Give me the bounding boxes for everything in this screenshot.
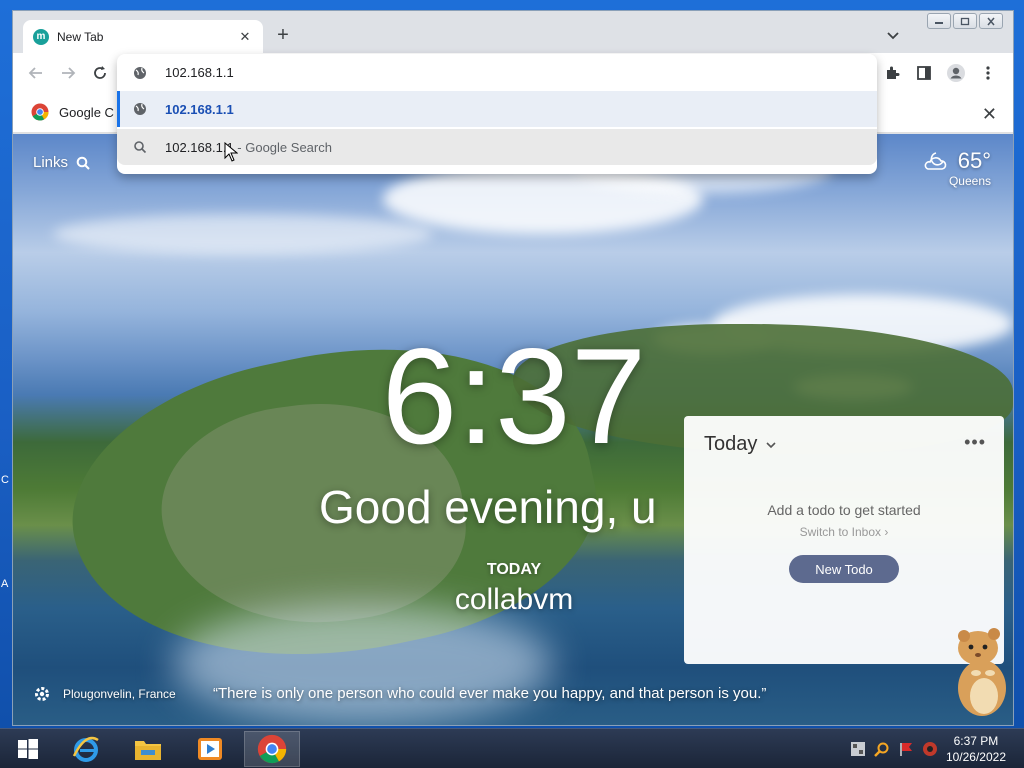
extensions-puzzle-icon[interactable] <box>881 62 903 84</box>
close-window-button[interactable] <box>979 13 1003 29</box>
taskbar-time: 6:37 PM <box>953 734 999 748</box>
taskbar-chrome[interactable] <box>244 731 300 767</box>
suggestion-text: 102.168.1.1 <box>165 101 234 117</box>
minimize-button[interactable] <box>927 13 951 29</box>
taskbar: 6:37 PM 10/26/2022 <box>0 728 1024 768</box>
search-magnifier-icon[interactable] <box>874 741 890 757</box>
omnibox-suggestion-url[interactable]: 102.168.1.1 <box>117 91 877 127</box>
switch-to-inbox-link[interactable]: Switch to Inbox › <box>684 525 1004 539</box>
search-icon[interactable] <box>76 156 90 170</box>
menu-kebab-icon[interactable] <box>977 62 999 84</box>
weather-widget[interactable]: 65° Queens <box>922 148 991 188</box>
network-icon[interactable] <box>850 741 866 757</box>
settings-gear-icon[interactable] <box>33 685 51 703</box>
mouse-cursor-icon <box>224 142 238 162</box>
restore-button[interactable] <box>953 13 977 29</box>
internet-explorer-icon <box>72 736 99 762</box>
bookmark-label: Google C <box>59 104 114 120</box>
chrome-logo-icon <box>257 734 287 764</box>
address-input[interactable]: 102.168.1.1 <box>165 65 234 80</box>
new-tab-button[interactable]: + <box>271 23 295 47</box>
new-todo-button[interactable]: New Todo <box>789 555 899 583</box>
speaker-muted-icon[interactable] <box>922 741 938 757</box>
bookmark-google-chrome[interactable]: Google C <box>31 103 114 121</box>
links-label: Links <box>33 154 69 171</box>
taskbar-file-explorer[interactable] <box>120 731 176 767</box>
desktop-edge-label-c: C <box>1 474 9 486</box>
tab-new-tab[interactable]: m New Tab ✕ <box>23 20 263 53</box>
profile-avatar-icon[interactable] <box>945 62 967 84</box>
cloudy-night-icon <box>924 152 947 170</box>
side-panel-icon[interactable] <box>913 62 935 84</box>
todo-list-selector[interactable]: Today <box>704 433 777 456</box>
weather-location: Queens <box>948 174 991 188</box>
taskbar-clock[interactable]: 6:37 PM 10/26/2022 <box>946 733 1006 765</box>
taskbar-date: 10/26/2022 <box>945 750 1006 764</box>
window-controls <box>927 13 1003 29</box>
quote: “There is only one person who could ever… <box>213 685 767 702</box>
bookmarks-bar-close-icon[interactable]: ✕ <box>982 104 997 125</box>
address-bar[interactable]: 102.168.1.1 <box>117 54 877 91</box>
media-player-icon <box>198 738 222 760</box>
globe-icon <box>134 103 146 115</box>
todo-list-name: Today <box>704 433 758 455</box>
tab-search-chevron-icon[interactable] <box>883 25 903 45</box>
tab-title: New Tab <box>57 29 104 44</box>
suggestion-hint: - Google Search <box>233 139 332 155</box>
forward-button[interactable] <box>57 62 79 84</box>
globe-icon <box>134 66 146 79</box>
momentum-favicon-icon: m <box>33 28 49 45</box>
weather-temperature: 65° <box>957 148 991 173</box>
chrome-logo-icon <box>31 103 49 121</box>
folder-icon <box>135 741 161 760</box>
todo-more-icon[interactable]: ••• <box>964 432 986 453</box>
links-button[interactable]: Links <box>33 154 90 171</box>
todo-empty-message: Add a todo to get started <box>767 502 921 518</box>
chevron-down-icon <box>766 441 776 448</box>
search-icon <box>134 141 147 154</box>
hamster-desktop-pet-icon[interactable] <box>948 618 1010 718</box>
taskbar-internet-explorer[interactable] <box>58 731 114 767</box>
reload-button[interactable] <box>89 62 111 84</box>
tab-strip: m New Tab ✕ + <box>13 11 1013 53</box>
desktop-edge-label-a: A <box>1 578 9 590</box>
flag-icon[interactable] <box>898 741 914 757</box>
tab-close-icon[interactable]: ✕ <box>237 29 253 45</box>
photo-location[interactable]: Plougonvelin, France <box>63 687 176 701</box>
taskbar-media-player[interactable] <box>182 731 238 767</box>
momentum-new-tab-page: Links 65° Queens 6:37 Good evening, u TO… <box>13 134 1013 725</box>
greeting: Good evening, u <box>319 481 657 533</box>
back-button[interactable] <box>25 62 47 84</box>
photo-info: Plougonvelin, France <box>33 685 176 703</box>
windows-logo-icon <box>18 739 38 759</box>
browser-window: m New Tab ✕ + Google C ✕ Links 65° Queen… <box>12 10 1014 726</box>
system-tray <box>850 741 938 757</box>
start-button[interactable] <box>0 731 56 767</box>
